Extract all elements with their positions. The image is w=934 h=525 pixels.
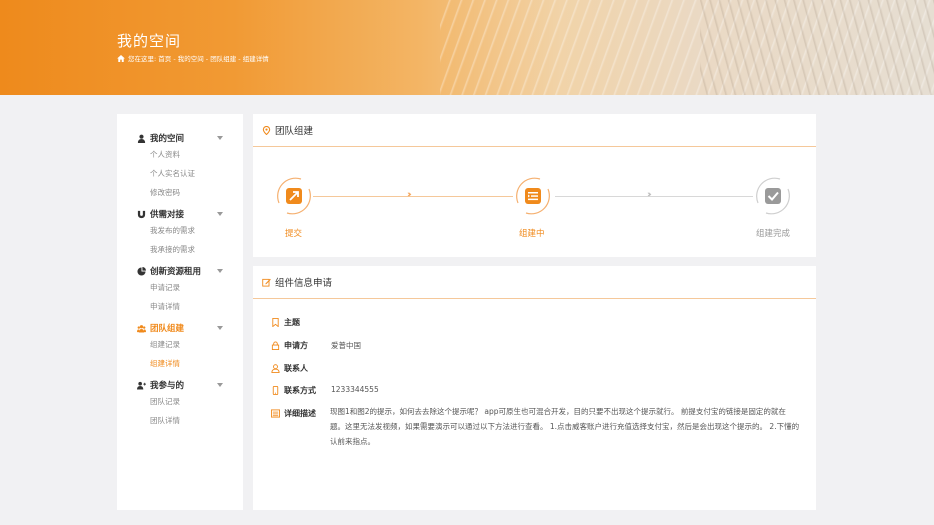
- sidebar-item-team-details[interactable]: 团队详情: [117, 411, 243, 430]
- team-icon: [137, 324, 146, 333]
- step-complete: [750, 173, 796, 219]
- sidebar-group-my-space: 我的空间 个人资料 个人实名认证 修改密码: [117, 131, 243, 202]
- step-ring: [756, 177, 790, 215]
- sidebar-item-my-published[interactable]: 我发布的需求: [117, 221, 243, 240]
- sidebar-group-header[interactable]: 我参与的: [117, 378, 243, 392]
- step-in-progress: [510, 173, 556, 219]
- magnet-icon: [137, 210, 146, 219]
- field-contact-person: 联系人: [271, 363, 331, 374]
- chevron-down-icon: [217, 136, 223, 140]
- sidebar-group-header[interactable]: 团队组建: [117, 321, 243, 335]
- field-label: 联系人: [284, 364, 308, 373]
- application-info-panel: 组件信息申请 主题 申请方 爱普中国 联系人 联系方式 1233344555 详…: [253, 266, 816, 510]
- field-applicant: 申请方 爱普中国: [271, 340, 361, 351]
- chevron-down-icon: [217, 326, 223, 330]
- step-connector: [555, 196, 753, 197]
- chevron-down-icon: [217, 212, 223, 216]
- panel-header: 团队组建: [253, 114, 816, 147]
- sidebar-item-team-records[interactable]: 团队记录: [117, 392, 243, 411]
- user-icon: [137, 134, 146, 143]
- progress-steps: ››› ››› 提交 组建中 组建完成: [253, 147, 816, 257]
- team-build-panel: 团队组建 ››› ››› 提交 组建中 组建完成: [253, 114, 816, 257]
- step-label-complete: 组建完成: [756, 229, 791, 239]
- bookmark-icon: [272, 318, 279, 327]
- chevron-right-icon: ›››: [647, 190, 652, 200]
- sidebar-group-resource-rental: 创新资源租用 申请记录 申请详情: [117, 264, 243, 316]
- sidebar-item-application-details[interactable]: 申请详情: [117, 297, 243, 316]
- lock-icon: [271, 341, 280, 350]
- field-label: 主题: [284, 318, 300, 327]
- field-contact-method: 联系方式 1233344555: [271, 385, 379, 396]
- field-description: 详细描述: [271, 408, 331, 419]
- home-icon: [117, 54, 125, 62]
- sidebar-group-team-building: 团队组建 组建记录 组建详情: [117, 321, 243, 373]
- sidebar-item-profile[interactable]: 个人资料: [117, 145, 243, 164]
- user-outline-icon: [271, 364, 280, 373]
- banner-decoration-2: [700, 0, 934, 95]
- sidebar-group-header[interactable]: 创新资源租用: [117, 264, 243, 278]
- sidebar-item-build-details[interactable]: 组建详情: [117, 354, 243, 373]
- sidebar-item-password[interactable]: 修改密码: [117, 183, 243, 202]
- panel-title: 组件信息申请: [275, 278, 333, 289]
- description-text: 现图1和图2的提示，如何去去除这个提示呢？ app可原生也可混合开发，目的只要不…: [330, 407, 800, 446]
- step-submit: [271, 173, 317, 219]
- sidebar-item-verification[interactable]: 个人实名认证: [117, 164, 243, 183]
- sidebar: 我的空间 个人资料 个人实名认证 修改密码 供需对接 我发布的需求 我承接的需求…: [117, 114, 243, 510]
- step-label-in-progress: 组建中: [519, 229, 545, 239]
- chevron-down-icon: [217, 383, 223, 387]
- page-banner: 我的空间 您在这里: 首页 - 我的空间 - 团队组建 - 组建详情: [0, 0, 934, 95]
- field-label: 联系方式: [284, 386, 316, 395]
- field-value: 爱普中国: [331, 341, 361, 350]
- sidebar-group-supply-demand: 供需对接 我发布的需求 我承接的需求: [117, 207, 243, 259]
- step-connector: [313, 196, 513, 197]
- sidebar-item-my-accepted[interactable]: 我承接的需求: [117, 240, 243, 259]
- chevron-down-icon: [217, 269, 223, 273]
- field-subject: 主题: [271, 317, 331, 328]
- field-value: 1233344555: [331, 385, 379, 394]
- sidebar-item-application-records[interactable]: 申请记录: [117, 278, 243, 297]
- phone-icon: [272, 386, 279, 395]
- breadcrumb: 您在这里: 首页 - 我的空间 - 团队组建 - 组建详情: [117, 53, 269, 63]
- sidebar-group-participated: 我参与的 团队记录 团队详情: [117, 378, 243, 430]
- field-label: 详细描述: [284, 409, 316, 418]
- list-alt-icon: [271, 409, 280, 418]
- panel-header: 组件信息申请: [253, 266, 816, 299]
- users-icon: [137, 381, 146, 390]
- sidebar-group-header[interactable]: 供需对接: [117, 207, 243, 221]
- edit-icon: [262, 278, 271, 287]
- step-label-submit: 提交: [285, 229, 303, 239]
- map-pin-icon: [262, 125, 271, 135]
- sidebar-item-build-records[interactable]: 组建记录: [117, 335, 243, 354]
- step-ring: [516, 177, 550, 215]
- sidebar-group-header[interactable]: 我的空间: [117, 131, 243, 145]
- chevron-right-icon: ›››: [407, 190, 412, 200]
- step-ring: [277, 177, 311, 215]
- pie-chart-icon: [137, 266, 146, 276]
- breadcrumb-text[interactable]: 您在这里: 首页 - 我的空间 - 团队组建 - 组建详情: [128, 53, 269, 63]
- field-label: 申请方: [284, 341, 308, 350]
- page-title: 我的空间: [117, 32, 182, 50]
- panel-title: 团队组建: [275, 126, 314, 137]
